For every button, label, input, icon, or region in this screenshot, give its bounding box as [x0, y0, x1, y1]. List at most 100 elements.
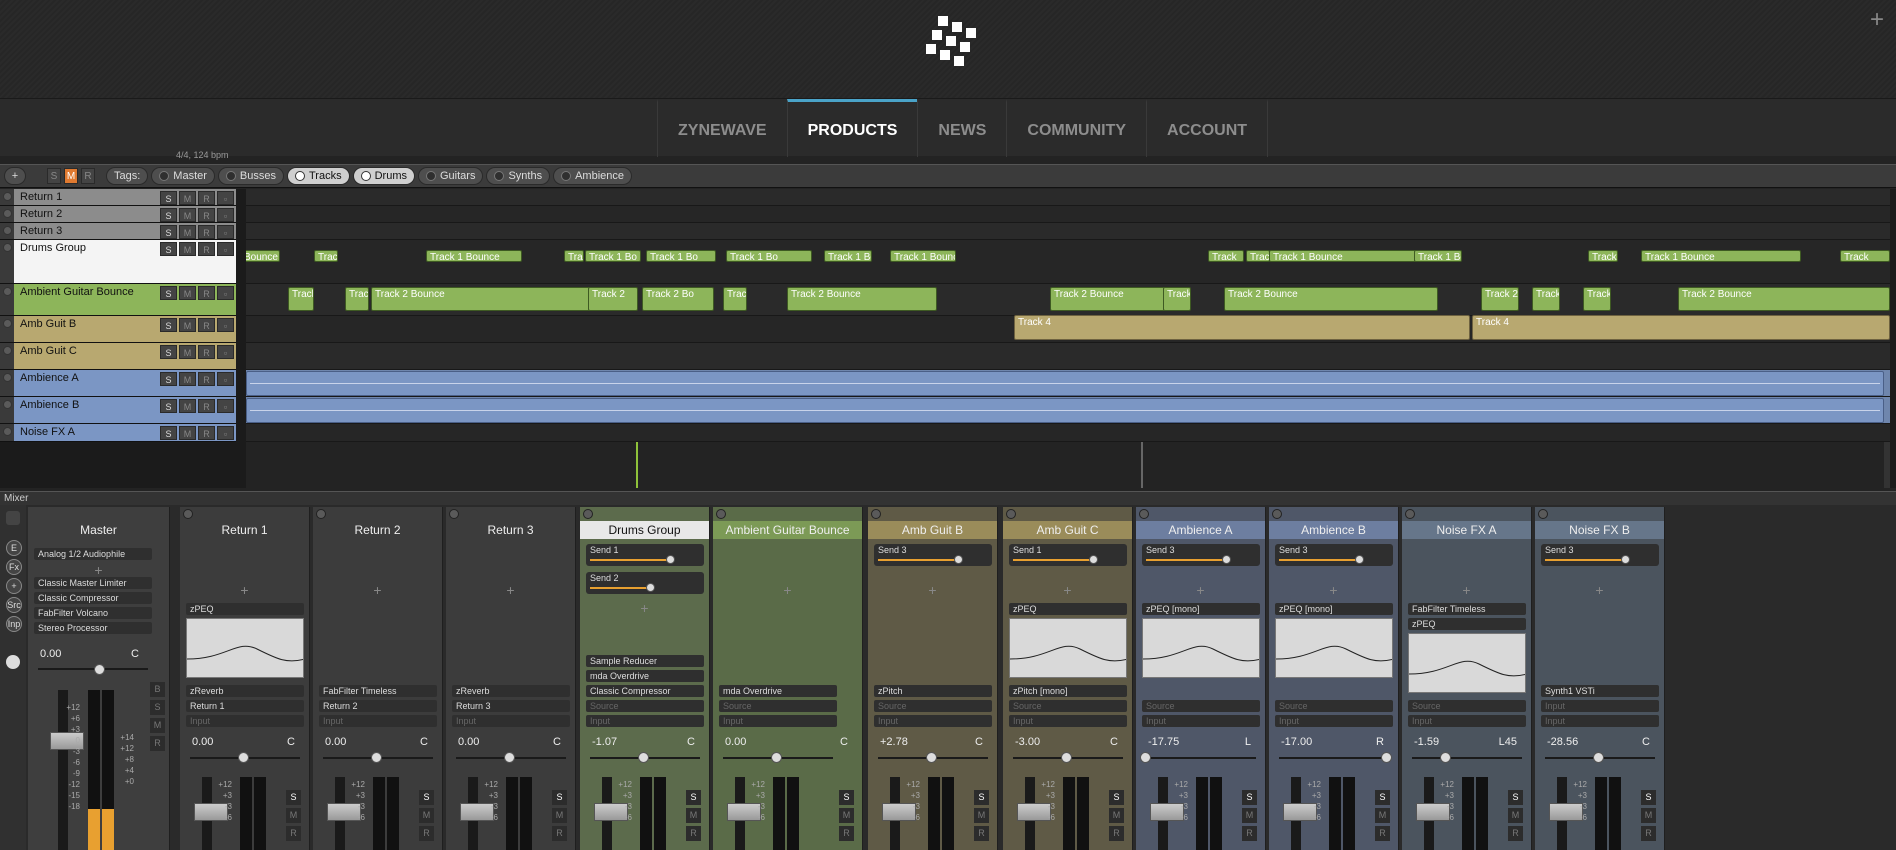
plugin-slot[interactable]: zReverb — [452, 685, 570, 697]
clip[interactable]: Track 1 Bounce — [890, 250, 956, 262]
clip[interactable]: Track 1 Bo — [726, 250, 812, 262]
send-slider[interactable]: Send 3 — [1142, 544, 1260, 566]
add-plugin-button[interactable]: + — [180, 582, 309, 598]
route-select[interactable]: Source — [874, 700, 992, 712]
add-plugin-button[interactable]: + — [313, 582, 442, 598]
strip-button-r[interactable]: R — [1508, 826, 1523, 841]
mute-button[interactable]: M — [179, 426, 196, 440]
add-track-button[interactable]: + — [4, 167, 26, 185]
preset-select[interactable]: Analog 1/2 Audiophile — [34, 548, 152, 560]
volume-value[interactable]: 0.00 — [192, 736, 213, 748]
menu-icon[interactable]: ▫ — [217, 191, 234, 205]
track-header[interactable]: Amb Guit B S M R ▫ — [0, 316, 236, 343]
volume-value[interactable]: -1.07 — [592, 736, 617, 748]
mute-button[interactable]: M — [179, 242, 196, 256]
strip-button-s[interactable]: S — [974, 790, 989, 805]
mute-all-button[interactable]: M — [64, 168, 78, 184]
pan-value[interactable]: C — [287, 736, 295, 748]
clip[interactable]: Track 1 Bo — [646, 250, 716, 262]
record-button[interactable]: R — [198, 242, 215, 256]
pan-value[interactable]: C — [131, 648, 139, 660]
menu-icon[interactable]: ▫ — [217, 399, 234, 413]
pan-slider[interactable] — [38, 668, 148, 670]
mute-button[interactable]: M — [179, 372, 196, 386]
send-knob[interactable] — [954, 555, 963, 564]
record-all-button[interactable]: R — [81, 168, 95, 184]
route-select[interactable]: Input — [1541, 700, 1659, 712]
mute-button[interactable]: M — [179, 318, 196, 332]
volume-value[interactable]: -28.56 — [1547, 736, 1578, 748]
strip-button-r[interactable]: R — [286, 826, 301, 841]
tag-busses-button[interactable]: Busses — [217, 167, 284, 185]
record-button[interactable]: R — [198, 286, 215, 300]
send-slider[interactable]: Send 3 — [874, 544, 992, 566]
power-icon[interactable] — [0, 316, 14, 342]
nav-item-products[interactable]: PRODUCTS — [786, 99, 918, 157]
pan-knob[interactable] — [1140, 752, 1151, 763]
power-dot-icon[interactable] — [3, 287, 12, 296]
nav-item-news[interactable]: NEWS — [917, 99, 1006, 157]
track-header[interactable]: Ambience A S M R ▫ — [0, 370, 236, 397]
power-icon[interactable] — [0, 343, 14, 369]
plugin-slot[interactable]: Classic Master Limiter — [34, 577, 152, 589]
pan-knob[interactable] — [94, 664, 105, 675]
power-icon[interactable] — [583, 509, 593, 519]
volume-value[interactable]: 0.00 — [40, 648, 61, 660]
strip-button-m[interactable]: M — [974, 808, 989, 823]
power-icon[interactable] — [1405, 509, 1415, 519]
strip-button-r[interactable]: R — [150, 736, 165, 751]
nav-item-account[interactable]: ACCOUNT — [1146, 99, 1269, 157]
add-plugin-button[interactable]: + — [1269, 582, 1398, 598]
power-icon[interactable] — [0, 240, 14, 283]
solo-button[interactable]: S — [160, 208, 177, 222]
strip-button-s[interactable]: S — [150, 700, 165, 715]
send-knob[interactable] — [646, 583, 655, 592]
clip[interactable]: Track — [314, 250, 338, 262]
pan-value[interactable]: C — [687, 736, 695, 748]
eq-graph[interactable] — [186, 618, 304, 678]
clip[interactable]: Track 2 — [1481, 287, 1519, 311]
tag-master-button[interactable]: Master — [151, 167, 215, 185]
route-select[interactable]: Source — [1142, 700, 1260, 712]
send-slider[interactable]: Send 1 — [586, 544, 704, 566]
tag-synths-button[interactable]: Synths — [486, 167, 551, 185]
strip-button-r[interactable]: R — [839, 826, 854, 841]
plugin-slot[interactable]: Sample Reducer — [586, 655, 704, 667]
clip[interactable]: Track 1 Bounce — [1414, 250, 1462, 262]
volume-value[interactable]: -3.00 — [1015, 736, 1040, 748]
clip[interactable]: Track 2 Bounce — [371, 287, 595, 311]
clip[interactable]: Track — [1208, 250, 1244, 262]
plugin-slot[interactable]: mda Overdrive — [719, 685, 837, 697]
pan-knob[interactable] — [1440, 752, 1451, 763]
track-name[interactable]: Return 1 — [14, 189, 160, 206]
volume-value[interactable]: 0.00 — [325, 736, 346, 748]
plugin-slot[interactable]: zPitch — [874, 685, 992, 697]
input-select[interactable]: Input — [719, 715, 837, 727]
pan-value[interactable]: L45 — [1499, 736, 1517, 748]
strip-button-r[interactable]: R — [1109, 826, 1124, 841]
volume-value[interactable]: -17.00 — [1281, 736, 1312, 748]
mute-button[interactable]: M — [179, 225, 196, 239]
timeline-grid[interactable]: Bounce Track Track 1 Bounce Track Track 1 Bo… — [246, 189, 1890, 488]
volume-value[interactable]: -1.59 — [1414, 736, 1439, 748]
volume-value[interactable]: +2.78 — [880, 736, 908, 748]
send-slider[interactable]: Send 2 — [586, 572, 704, 594]
menu-icon[interactable]: ▫ — [217, 372, 234, 386]
record-button[interactable]: R — [198, 191, 215, 205]
strip-button-r[interactable]: R — [1242, 826, 1257, 841]
mute-button[interactable]: M — [179, 191, 196, 205]
record-button[interactable]: R — [198, 225, 215, 239]
menu-icon[interactable]: ▫ — [217, 426, 234, 440]
track-header[interactable]: Return 2 S M R ▫ — [0, 206, 236, 223]
route-select[interactable]: Return 1 — [186, 700, 304, 712]
strip-button-r[interactable]: R — [1641, 826, 1656, 841]
strip-button-s[interactable]: S — [839, 790, 854, 805]
strip-button-s[interactable]: S — [1641, 790, 1656, 805]
clip[interactable]: Track — [564, 250, 584, 262]
track-header[interactable]: Ambient Guitar Bounce S M R ▫ — [0, 284, 236, 316]
solo-button[interactable]: S — [160, 399, 177, 413]
clip[interactable]: Bounce — [246, 250, 280, 262]
solo-button[interactable]: S — [160, 191, 177, 205]
menu-icon[interactable]: ▫ — [217, 242, 234, 256]
solo-button[interactable]: S — [160, 225, 177, 239]
